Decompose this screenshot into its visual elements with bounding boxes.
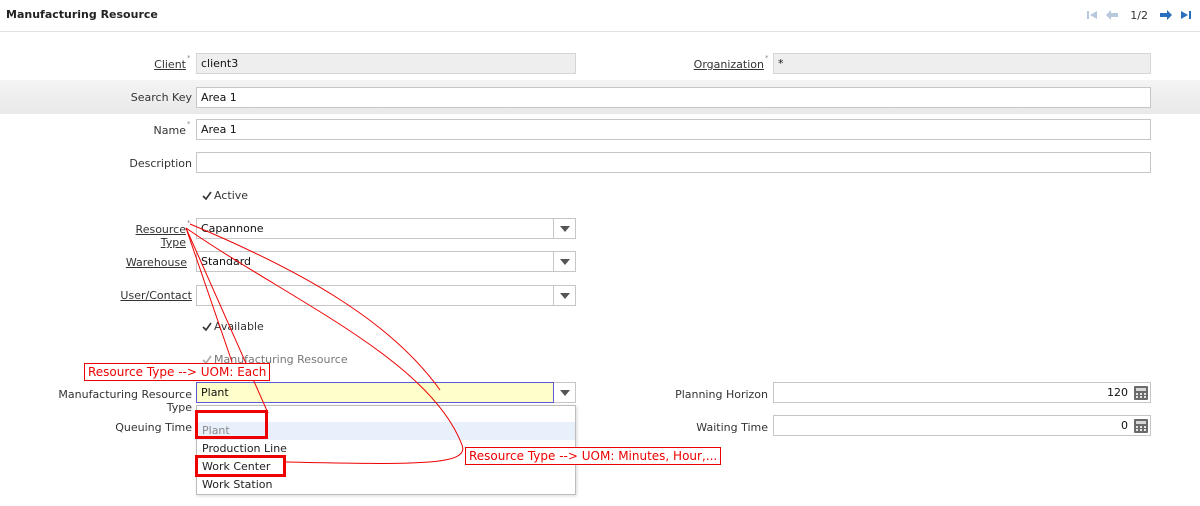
chevron-down-icon — [559, 389, 570, 396]
calculator-icon[interactable] — [1133, 385, 1149, 401]
annotation-resource-type-minutes: Resource Type --> UOM: Minutes, Hour,... — [465, 447, 722, 465]
next-record-icon[interactable] — [1158, 7, 1174, 23]
window-titlebar: Manufacturing Resource 1/2 — [0, 0, 1200, 32]
record-pager: 1/2 — [1084, 7, 1194, 23]
client-field[interactable]: client3 — [196, 53, 576, 74]
search-key-field[interactable]: Area 1 — [196, 87, 1151, 108]
work-center-highlight-box — [195, 455, 286, 477]
checkmark-icon — [200, 189, 213, 202]
warehouse-label[interactable]: Warehouse — [120, 256, 187, 269]
waiting-time-field[interactable]: 0 — [773, 415, 1151, 436]
resource-type-dropdown-button[interactable] — [554, 218, 576, 239]
user-contact-label[interactable]: User/Contact — [110, 289, 192, 302]
queuing-time-label: Queuing Time — [115, 421, 192, 434]
plant-highlight-box — [195, 410, 268, 439]
planning-horizon-label: Planning Horizon — [675, 388, 768, 401]
warehouse-dropdown-button[interactable] — [554, 251, 576, 272]
warehouse-select[interactable]: Standard — [196, 251, 554, 272]
required-marker: * — [765, 54, 769, 62]
record-counter: 1/2 — [1130, 8, 1148, 22]
manufacturing-resource-type-label: Manufacturing Resource Type — [58, 388, 192, 414]
description-field[interactable] — [196, 152, 1151, 173]
planning-horizon-field[interactable]: 120 — [773, 382, 1151, 403]
dropdown-option-work-station[interactable]: Work Station — [197, 476, 575, 494]
description-label: Description — [129, 157, 192, 170]
manufacturing-resource-type-select[interactable]: Plant — [196, 382, 554, 403]
available-label: Available — [214, 320, 264, 333]
chevron-down-icon — [559, 292, 570, 299]
name-label: Name — [153, 124, 186, 137]
client-label[interactable]: Client — [150, 58, 186, 71]
active-checkbox[interactable]: Active — [200, 189, 248, 202]
required-marker: * — [187, 54, 191, 62]
annotation-resource-type-each: Resource Type --> UOM: Each — [84, 363, 271, 381]
resource-type-label[interactable]: Resource Type — [108, 223, 186, 249]
user-contact-select[interactable] — [196, 285, 554, 306]
active-label: Active — [214, 189, 249, 202]
user-contact-dropdown-button[interactable] — [554, 285, 576, 306]
required-marker: * — [187, 219, 191, 227]
calculator-icon[interactable] — [1133, 418, 1149, 434]
waiting-time-label: Waiting Time — [696, 421, 768, 434]
chevron-down-icon — [559, 225, 570, 232]
organization-field[interactable]: * — [773, 53, 1151, 74]
first-record-icon[interactable] — [1084, 7, 1100, 23]
search-key-label: Search Key — [130, 91, 192, 104]
organization-label[interactable]: Organization — [690, 58, 764, 71]
required-marker: * — [187, 120, 191, 128]
last-record-icon[interactable] — [1178, 7, 1194, 23]
manufacturing-resource-type-dropdown-button[interactable] — [554, 382, 576, 403]
window-title: Manufacturing Resource — [6, 8, 158, 21]
available-checkbox[interactable]: Available — [200, 320, 264, 333]
resource-type-select[interactable]: Capannone — [196, 218, 554, 239]
name-field[interactable]: Area 1 — [196, 119, 1151, 140]
previous-record-icon[interactable] — [1104, 7, 1120, 23]
chevron-down-icon — [559, 258, 570, 265]
checkmark-icon — [200, 320, 213, 333]
